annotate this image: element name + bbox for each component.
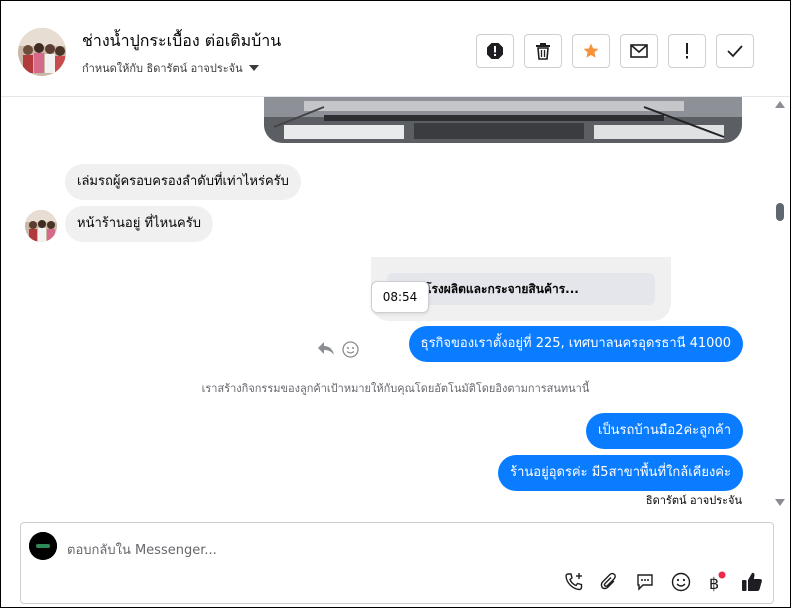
outgoing-message[interactable]: ร้านอยู่อุดรค่ะ มี5สาขาพื้นที่ใกล้เคียงค… — [498, 455, 743, 491]
exclamation-icon — [686, 43, 688, 59]
incoming-message[interactable]: หน้าร้านอยู่ ที่ไหนครับ — [65, 206, 213, 242]
contact-name[interactable]: ช่างน้ำปูกระเบื้อง ต่อเติมบ้าน — [82, 29, 281, 54]
message-thread[interactable]: เล่มรถผู้ครอบครองลำดับที่เท่าไหร่ครับ หน… — [1, 97, 790, 515]
activity-notice: เราสร้างกิจกรรมของลูกค้าเป้าหมายให้กับคุ… — [201, 382, 590, 395]
contact-avatar[interactable] — [18, 28, 66, 76]
svg-text:฿: ฿ — [709, 574, 719, 593]
assignee-dropdown[interactable]: กำหนดให้กับ ธิดารัตน์ อาจประจัน — [82, 59, 259, 77]
timestamp-tooltip: 08:54 — [371, 281, 429, 313]
trash-icon — [536, 43, 550, 60]
like-button[interactable] — [741, 571, 763, 593]
call-add-button[interactable] — [563, 571, 585, 593]
outgoing-message[interactable]: เป็นรถบ้านมือ2ค่ะลูกค้า — [585, 413, 743, 449]
mark-unread-button[interactable] — [620, 34, 658, 68]
message-composer[interactable]: ตอบกลับใน Messenger... ฿ — [20, 522, 774, 604]
saved-reply-icon — [637, 574, 653, 591]
attachment-button[interactable] — [598, 571, 620, 593]
emoji-icon — [671, 572, 691, 592]
report-spam-button[interactable] — [476, 34, 514, 68]
saved-reply-button[interactable] — [634, 571, 656, 593]
page-avatar — [29, 532, 57, 560]
check-icon — [727, 45, 743, 58]
mail-icon — [630, 44, 648, 58]
contact-avatar-small[interactable] — [25, 210, 57, 242]
scroll-down-arrow[interactable] — [775, 499, 785, 506]
incoming-message[interactable]: เล่มรถผู้ครอบครองลำดับที่เท่าไหร่ครับ — [65, 164, 301, 200]
reply-icon[interactable] — [317, 341, 335, 357]
star-icon — [583, 43, 599, 58]
outgoing-message[interactable]: ธุรกิจของเราตั้งอยู่ที่ 225, เทศบาลนครอุ… — [408, 326, 743, 362]
react-emoji-icon[interactable] — [342, 341, 359, 358]
shared-photo[interactable] — [264, 97, 742, 143]
like-icon — [742, 572, 762, 591]
sender-name: ธิดารัตน์ อาจประจัน — [645, 494, 742, 507]
conversation-header: ช่างน้ำปูกระเบื้อง ต่อเติมบ้าน กำหนดให้ก… — [1, 1, 790, 97]
report-icon — [487, 43, 503, 59]
follow-up-button[interactable] — [668, 34, 706, 68]
delete-button[interactable] — [524, 34, 562, 68]
baht-payment-icon: ฿ — [709, 571, 726, 593]
mark-done-button[interactable] — [716, 34, 754, 68]
reply-input[interactable]: ตอบกลับใน Messenger... — [67, 539, 217, 560]
scrollbar-thumb[interactable] — [776, 203, 784, 221]
payment-button[interactable]: ฿ — [705, 571, 727, 593]
emoji-button[interactable] — [670, 571, 692, 593]
attachment-icon — [600, 572, 616, 590]
caret-down-icon — [248, 64, 259, 71]
scroll-up-arrow[interactable] — [775, 101, 785, 108]
star-button[interactable] — [572, 34, 610, 68]
call-add-icon — [565, 573, 583, 591]
assignee-label: กำหนดให้กับ ธิดารัตน์ อาจประจัน — [82, 62, 243, 75]
messenger-window: ช่างน้ำปูกระเบื้อง ต่อเติมบ้าน กำหนดให้ก… — [0, 0, 791, 608]
